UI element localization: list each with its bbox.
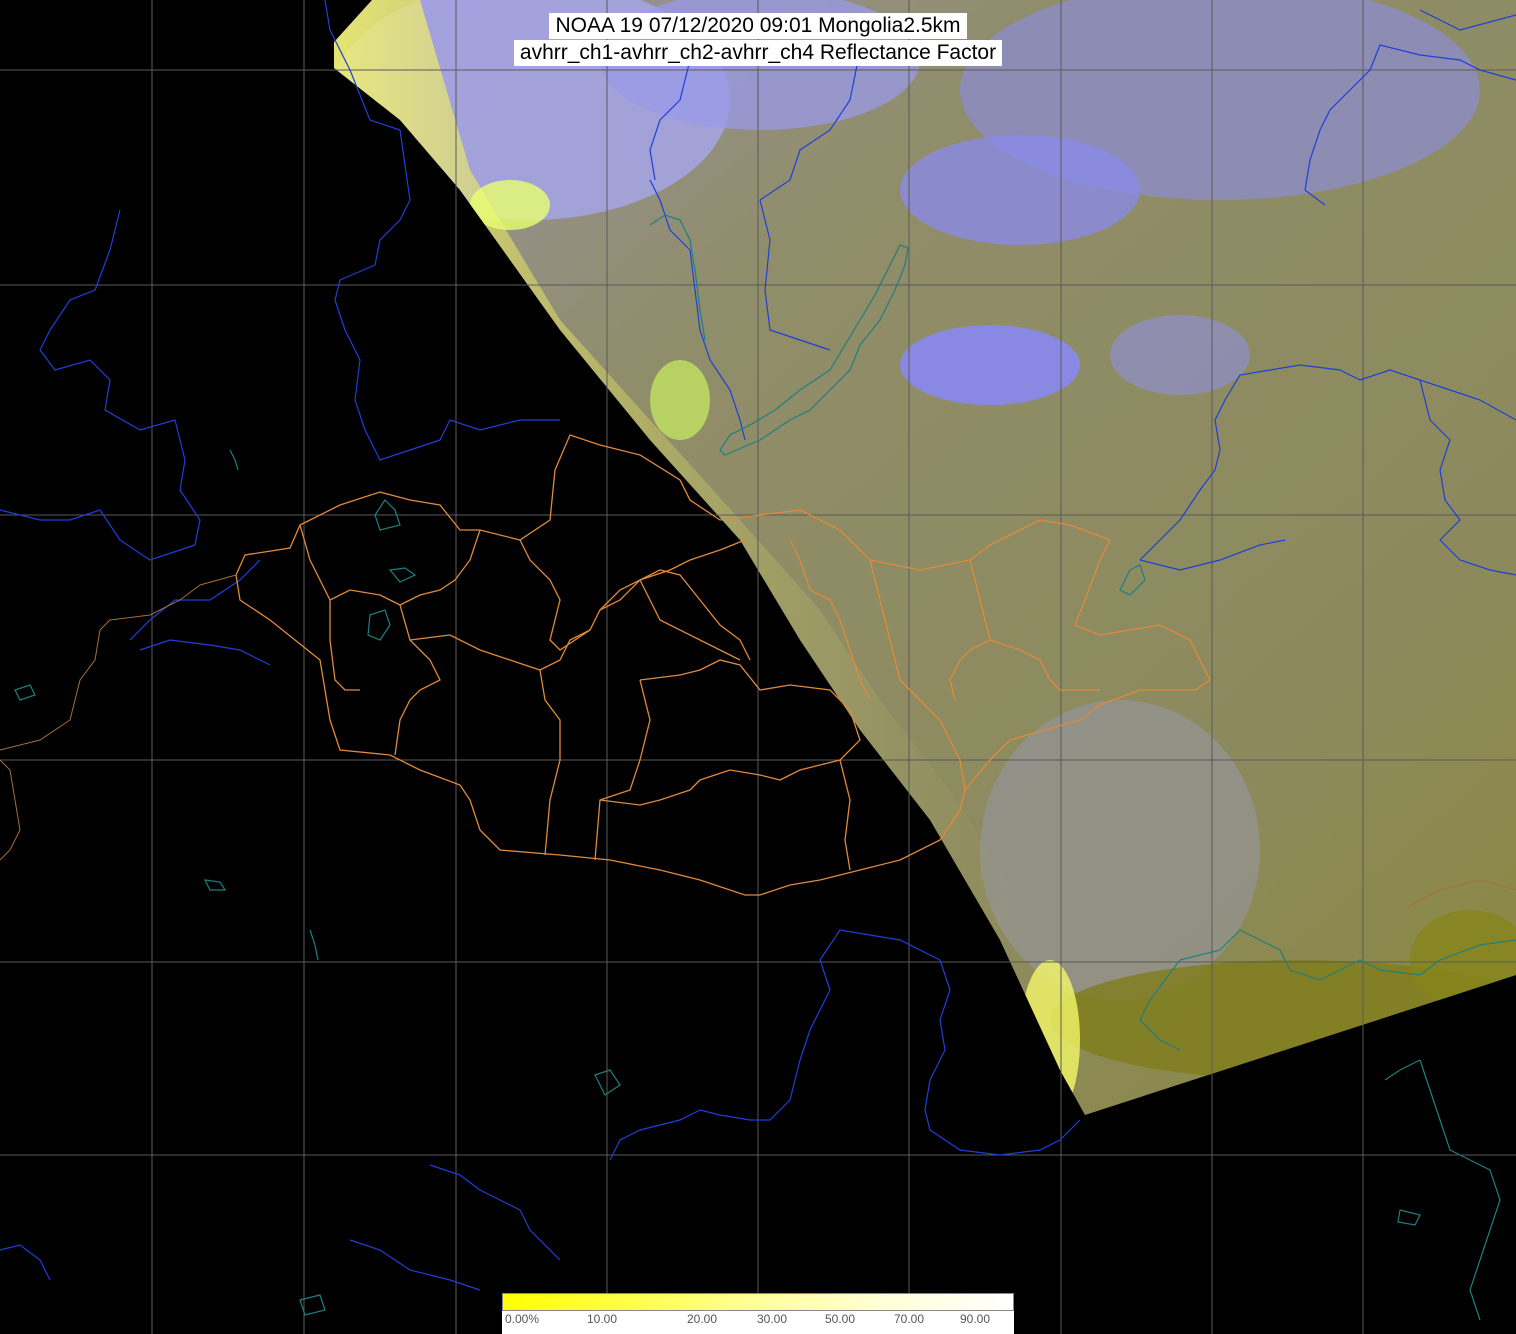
colorbar-label: 30.00: [756, 1312, 788, 1326]
reflectance-colorbar: [502, 1293, 1014, 1311]
colorbar-label: 50.00: [824, 1312, 856, 1326]
colorbar-label: 20.00: [686, 1312, 718, 1326]
colorbar-label: 70.00: [893, 1312, 925, 1326]
colorbar-tick-labels: 0.00% 10.00 20.00 30.00 50.00 70.00 90.0…: [502, 1311, 1014, 1334]
colorbar-label: 90.00: [959, 1312, 991, 1326]
colorbar-label: 10.00: [586, 1312, 618, 1326]
colorbar-label: 0.00%: [504, 1312, 540, 1326]
satellite-map: [0, 0, 1516, 1334]
